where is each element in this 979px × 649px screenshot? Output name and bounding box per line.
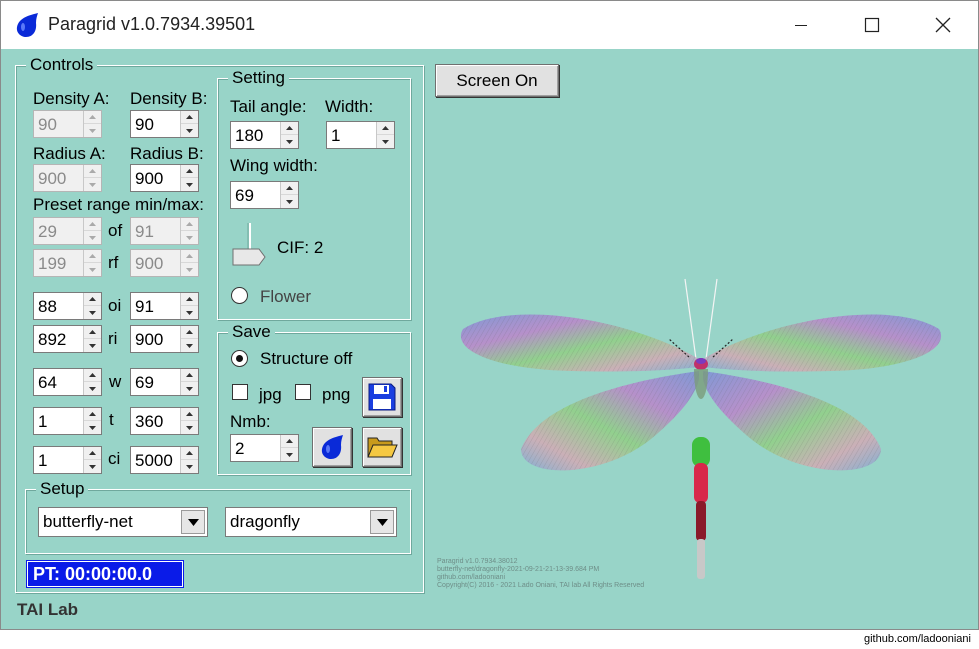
structure-label: Structure off bbox=[260, 349, 353, 368]
ci-label: ci bbox=[108, 449, 121, 468]
maximize-button[interactable] bbox=[836, 1, 907, 49]
drop-icon bbox=[321, 435, 343, 459]
oi-max-stepper[interactable]: 91 bbox=[130, 292, 199, 320]
w-label: w bbox=[109, 372, 122, 391]
png-label: png bbox=[322, 385, 351, 404]
save-button[interactable] bbox=[362, 377, 402, 417]
ri-label: ri bbox=[108, 329, 118, 348]
save-group-title: Save bbox=[228, 322, 275, 342]
app-window: Paragrid v1.0.7934.39501 Controls Densit… bbox=[0, 0, 979, 630]
rf-label: rf bbox=[108, 253, 119, 272]
radius-a-label: Radius A: bbox=[33, 144, 106, 163]
preset-range-label: Preset range min/max: bbox=[33, 195, 205, 214]
jpg-label: jpg bbox=[259, 385, 282, 404]
title-bar[interactable]: Paragrid v1.0.7934.39501 bbox=[1, 1, 978, 49]
ri-max-stepper[interactable]: 900 bbox=[130, 325, 199, 353]
canvas-info-line3: github.com/ladooniani bbox=[437, 574, 506, 581]
setting-group-title: Setting bbox=[228, 68, 289, 88]
tail-angle-stepper[interactable]: 180 bbox=[230, 121, 299, 149]
density-a-label: Density A: bbox=[33, 89, 110, 108]
minimize-icon bbox=[794, 25, 807, 26]
canvas-info-line4: Copyright(C) 2016 - 2021 Lado Oniani, TA… bbox=[437, 582, 645, 589]
folder-open-icon bbox=[367, 437, 398, 458]
t-max-stepper[interactable]: 360 bbox=[130, 407, 199, 435]
setup-group-title: Setup bbox=[36, 479, 89, 499]
rf-max-stepper[interactable]: 900 bbox=[130, 249, 199, 277]
density-b-label: Density B: bbox=[130, 89, 208, 108]
wing-width-label: Wing width: bbox=[230, 156, 318, 175]
client-area: Controls Density A: Density B: 90 90 Rad… bbox=[1, 49, 978, 629]
floppy-disk-icon bbox=[368, 383, 396, 411]
net-select[interactable]: butterfly-net bbox=[38, 507, 208, 537]
radius-b-stepper[interactable]: 900 bbox=[130, 164, 199, 192]
tail-angle-label: Tail angle: bbox=[230, 97, 307, 116]
oi-min-stepper[interactable]: 88 bbox=[33, 292, 102, 320]
t-min-stepper[interactable]: 1 bbox=[33, 407, 102, 435]
w-min-stepper[interactable]: 64 bbox=[33, 368, 102, 396]
structure-radio[interactable] bbox=[231, 350, 248, 367]
png-checkbox[interactable] bbox=[295, 384, 311, 400]
density-b-stepper[interactable]: 90 bbox=[130, 110, 199, 138]
controls-group-title: Controls bbox=[26, 55, 98, 75]
shape-select[interactable]: dragonfly bbox=[225, 507, 397, 537]
radius-b-label: Radius B: bbox=[130, 144, 204, 163]
pt-timer: PT: 00:00:00.0 bbox=[26, 560, 184, 588]
of-min-stepper[interactable]: 29 bbox=[33, 217, 102, 245]
canvas-info-line1: Paragrid v1.0.7934.38012 bbox=[437, 558, 518, 565]
jpg-checkbox[interactable] bbox=[232, 384, 248, 400]
nmb-label: Nmb: bbox=[230, 412, 271, 431]
chevron-down-icon[interactable] bbox=[370, 510, 394, 534]
maximize-icon bbox=[864, 17, 879, 33]
cif-label: CIF: 2 bbox=[277, 238, 324, 257]
generate-button[interactable] bbox=[312, 427, 352, 467]
canvas-info: Paragrid v1.0.7934.38012 butterfly-net/d… bbox=[437, 558, 644, 590]
close-button[interactable] bbox=[907, 1, 978, 49]
ci-max-stepper[interactable]: 5000 bbox=[130, 446, 199, 474]
window-title: Paragrid v1.0.7934.39501 bbox=[48, 14, 256, 34]
density-a-stepper[interactable]: 90 bbox=[33, 110, 102, 138]
cif-slider[interactable] bbox=[229, 219, 271, 271]
ci-min-stepper[interactable]: 1 bbox=[33, 446, 102, 474]
chevron-down-icon[interactable] bbox=[181, 510, 205, 534]
ri-min-stepper[interactable]: 892 bbox=[33, 325, 102, 353]
screen-on-button[interactable]: Screen On bbox=[435, 64, 559, 97]
rf-min-stepper[interactable]: 199 bbox=[33, 249, 102, 277]
footer-credit: github.com/ladooniani bbox=[863, 633, 971, 645]
width-label: Width: bbox=[325, 97, 374, 116]
open-folder-button[interactable] bbox=[362, 427, 402, 467]
nmb-stepper[interactable]: 2 bbox=[230, 434, 299, 462]
flower-label: Flower bbox=[260, 287, 312, 306]
t-label: t bbox=[109, 410, 114, 429]
canvas-info-line2: butterfly-net/dragonfly-2021-09-21-21-13… bbox=[437, 566, 600, 573]
drop-icon bbox=[16, 13, 38, 37]
close-icon bbox=[935, 17, 950, 33]
of-max-stepper[interactable]: 91 bbox=[130, 217, 199, 245]
oi-label: oi bbox=[108, 296, 122, 315]
brand-label: TAI Lab bbox=[17, 600, 79, 619]
radius-a-stepper[interactable]: 900 bbox=[33, 164, 102, 192]
of-label: of bbox=[108, 221, 123, 240]
wing-width-stepper[interactable]: 69 bbox=[230, 181, 299, 209]
minimize-button[interactable] bbox=[765, 1, 836, 49]
dragonfly-canvas bbox=[460, 278, 942, 579]
w-max-stepper[interactable]: 69 bbox=[130, 368, 199, 396]
width-stepper[interactable]: 1 bbox=[326, 121, 395, 149]
flower-radio[interactable] bbox=[231, 287, 248, 304]
